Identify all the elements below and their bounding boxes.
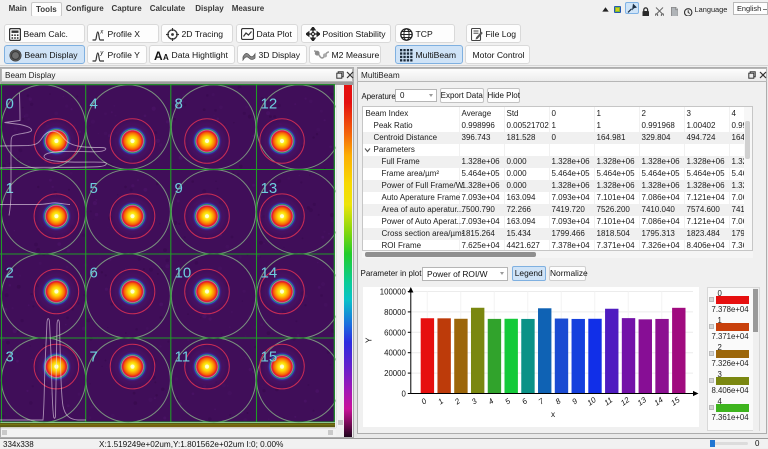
svg-text:100000: 100000 <box>380 287 407 296</box>
svg-text:14: 14 <box>261 265 278 282</box>
svg-text:15: 15 <box>261 349 278 366</box>
svg-text:3: 3 <box>6 349 14 366</box>
svg-text:9: 9 <box>175 180 183 197</box>
svg-text:y: y <box>99 50 104 56</box>
svg-text:11: 11 <box>175 349 191 366</box>
svg-text:0: 0 <box>401 389 406 398</box>
svg-text:10: 10 <box>175 265 192 282</box>
svg-text:x: x <box>551 410 555 419</box>
svg-text:1: 1 <box>6 180 14 197</box>
svg-text:20000: 20000 <box>384 369 406 378</box>
svg-text:5: 5 <box>90 180 98 197</box>
svg-text:2: 2 <box>6 265 14 282</box>
svg-text:8: 8 <box>175 96 183 113</box>
svg-text:13: 13 <box>261 180 278 197</box>
svg-text:x: x <box>99 29 104 35</box>
svg-text:4: 4 <box>90 96 98 113</box>
svg-text:80000: 80000 <box>384 307 406 316</box>
svg-text:Y: Y <box>365 337 374 343</box>
svg-text:7: 7 <box>90 349 98 366</box>
svg-text:A: A <box>163 53 169 61</box>
svg-text:0: 0 <box>6 96 14 113</box>
svg-text:40000: 40000 <box>384 348 406 357</box>
svg-text:12: 12 <box>261 96 278 113</box>
svg-text:6: 6 <box>90 265 98 282</box>
svg-text:A: A <box>154 49 163 61</box>
svg-text:60000: 60000 <box>384 328 406 337</box>
